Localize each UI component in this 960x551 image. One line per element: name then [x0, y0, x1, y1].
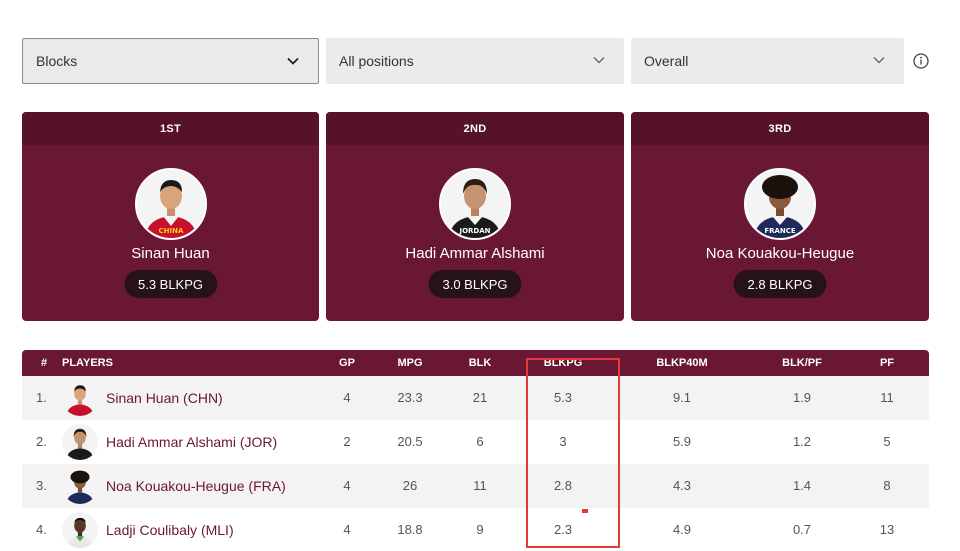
- header-players[interactable]: PLAYERS: [62, 350, 113, 376]
- cell-mpg: 18.8: [397, 522, 423, 537]
- cell-pf: 11: [880, 390, 894, 405]
- filter-bar: Blocks All positions Overall: [22, 38, 932, 84]
- podium-card-first[interactable]: 1ST CHINA Sinan Huan 5.3 BLKPG: [22, 112, 319, 321]
- cell-mpg: 26: [402, 478, 418, 493]
- cell-blk-pf: 1.4: [792, 478, 812, 493]
- cell-blkpg: 3: [559, 434, 567, 449]
- header-rank: #: [41, 357, 48, 369]
- cell-blk: 6: [476, 434, 484, 449]
- header-pf[interactable]: PF: [872, 350, 902, 376]
- player-avatar: CHINA: [134, 168, 207, 240]
- cell-blkpg: 2.8: [553, 478, 573, 493]
- table-row[interactable]: 1. Sinan Huan (CHN) 4 23.3 21 5.3 9.1 1.…: [22, 376, 929, 420]
- cell-mpg: 20.5: [397, 434, 423, 449]
- scope-select[interactable]: Overall: [631, 38, 904, 84]
- player-name-link[interactable]: Sinan Huan (CHN): [106, 376, 223, 420]
- podium-stat-badge: 2.8 BLKPG: [733, 270, 827, 298]
- cell-blk: 9: [476, 522, 484, 537]
- chevron-down-icon: [872, 53, 886, 67]
- cell-blkp40m: 5.9: [672, 434, 692, 449]
- podium-player-name: Noa Kouakou-Heugue: [705, 245, 855, 262]
- header-blk-pf[interactable]: BLK/PF: [772, 350, 832, 376]
- cell-blk-pf: 0.7: [792, 522, 812, 537]
- player-avatar: [62, 468, 98, 504]
- row-rank: 1.: [36, 390, 47, 405]
- cell-blkpg: 5.3: [553, 390, 573, 405]
- podium-card-second[interactable]: 2ND JORDAN Hadi Ammar Alshami 3.0 BLKPG: [326, 112, 624, 321]
- svg-text:JORDAN: JORDAN: [458, 227, 490, 235]
- stat-select[interactable]: Blocks: [22, 38, 319, 84]
- player-name-link[interactable]: Ladji Coulibaly (MLI): [106, 508, 234, 551]
- header-blkpg[interactable]: BLKPG: [542, 350, 584, 376]
- cell-pf: 5: [883, 434, 891, 449]
- table-row[interactable]: 3. Noa Kouakou-Heugue (FRA) 4 26 11 2.8 …: [22, 464, 929, 508]
- podium-rank: 1ST: [22, 112, 319, 145]
- podium-player-name: Sinan Huan: [131, 245, 210, 262]
- row-rank: 2.: [36, 434, 47, 449]
- table-row[interactable]: 4. Ladji Coulibaly (MLI) 4 18.8 9 2.3 4.…: [22, 508, 929, 551]
- annotation-marker: [582, 509, 588, 513]
- svg-text:FRANCE: FRANCE: [764, 227, 796, 235]
- player-name-link[interactable]: Hadi Ammar Alshami (JOR): [106, 420, 277, 464]
- row-rank: 4.: [36, 522, 47, 537]
- podium-rank: 3RD: [631, 112, 929, 145]
- svg-text:CHINA: CHINA: [158, 227, 183, 235]
- player-avatar: [62, 380, 98, 416]
- cell-gp: 4: [343, 390, 351, 405]
- position-select-value: All positions: [339, 53, 414, 69]
- podium-card-third[interactable]: 3RD FRANCE Noa Kouakou-Heugue 2.8 BLKPG: [631, 112, 929, 321]
- position-select[interactable]: All positions: [326, 38, 624, 84]
- cell-gp: 4: [343, 522, 351, 537]
- header-gp[interactable]: GP: [327, 350, 367, 376]
- cell-blk: 21: [472, 390, 488, 405]
- player-avatar: JORDAN: [439, 168, 511, 240]
- podium-rank: 2ND: [326, 112, 624, 145]
- player-avatar: FRANCE: [744, 168, 816, 240]
- table-header: # PLAYERS GP MPG BLK BLKPG BLKP40M BLK/P…: [22, 350, 929, 376]
- row-rank: 3.: [36, 478, 47, 493]
- podium-stat-badge: 3.0 BLKPG: [428, 270, 522, 298]
- player-avatar: [62, 512, 98, 548]
- player-name-link[interactable]: Noa Kouakou-Heugue (FRA): [106, 464, 286, 508]
- scope-select-value: Overall: [644, 53, 689, 69]
- header-blk[interactable]: BLK: [460, 350, 500, 376]
- chevron-down-icon: [286, 54, 300, 68]
- cell-blk-pf: 1.9: [792, 390, 812, 405]
- cell-gp: 2: [343, 434, 351, 449]
- cell-gp: 4: [343, 478, 351, 493]
- cell-blkp40m: 4.3: [672, 478, 692, 493]
- cell-blkp40m: 9.1: [672, 390, 692, 405]
- info-icon[interactable]: [912, 52, 930, 70]
- cell-mpg: 23.3: [397, 390, 423, 405]
- header-blkp40m[interactable]: BLKP40M: [652, 350, 712, 376]
- chevron-down-icon: [592, 53, 606, 67]
- cell-blkpg: 2.3: [553, 522, 573, 537]
- stat-select-value: Blocks: [36, 53, 78, 69]
- header-mpg[interactable]: MPG: [390, 350, 430, 376]
- leaderboard-table: # PLAYERS GP MPG BLK BLKPG BLKP40M BLK/P…: [22, 350, 929, 551]
- table-row[interactable]: 2. Hadi Ammar Alshami (JOR) 2 20.5 6 3 5…: [22, 420, 929, 464]
- cell-blk-pf: 1.2: [792, 434, 812, 449]
- cell-blk: 11: [473, 478, 487, 493]
- podium-player-name: Hadi Ammar Alshami: [405, 245, 545, 262]
- cell-pf: 8: [883, 478, 891, 493]
- cell-pf: 13: [879, 522, 895, 537]
- podium-stat-badge: 5.3 BLKPG: [123, 270, 218, 298]
- cell-blkp40m: 4.9: [672, 522, 692, 537]
- player-avatar: [62, 424, 98, 460]
